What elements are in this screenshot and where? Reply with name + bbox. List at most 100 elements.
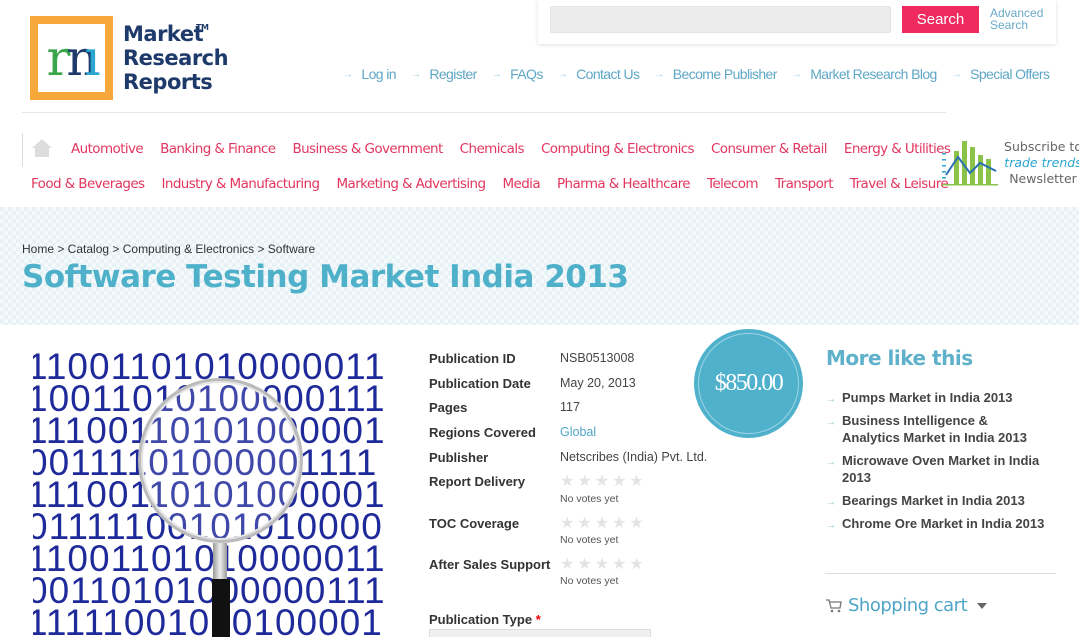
breadcrumb[interactable]: Home > Catalog > Computing & Electronics… xyxy=(22,242,315,256)
region-global-link[interactable]: Global xyxy=(560,425,596,439)
sidebar-divider xyxy=(825,573,1056,574)
star-icon[interactable]: ★ xyxy=(577,474,591,490)
site-logo[interactable]: rnı TM Market Research Reports xyxy=(30,16,229,100)
magnifier-handle xyxy=(212,579,230,637)
related-item[interactable]: → Microwave Oven Market in India 2013 xyxy=(826,452,1046,486)
logo-line-2: Research xyxy=(123,46,229,70)
detail-value: Netscribes (India) Pvt. Ltd. xyxy=(560,450,708,464)
star-icon[interactable]: ★ xyxy=(629,557,643,573)
search-input[interactable] xyxy=(550,6,891,33)
product-image: 11001101010000011 10011010100000111 111001… xyxy=(33,351,408,637)
newsletter-line-3: Newsletter xyxy=(1009,171,1077,186)
related-item[interactable]: → Business Intelligence & Analytics Marke… xyxy=(826,412,1046,446)
detail-label: Publication ID xyxy=(429,351,516,366)
search-button[interactable]: Search xyxy=(902,6,979,33)
detail-value: NSB0513008 xyxy=(560,351,635,365)
star-icon[interactable]: ★ xyxy=(629,516,643,532)
category-banking-finance[interactable]: Banking & Finance xyxy=(160,141,276,157)
page-title: Software Testing Market India 2013 xyxy=(22,259,629,295)
star-icon[interactable]: ★ xyxy=(595,516,609,532)
detail-value: May 20, 2013 xyxy=(560,376,636,390)
price-badge: $850.00 xyxy=(694,329,803,438)
arrow-right-icon: → xyxy=(491,68,502,80)
star-icon[interactable]: ★ xyxy=(612,474,626,490)
category-energy-utilities[interactable]: Energy & Utilities xyxy=(844,141,951,157)
star-icon[interactable]: ★ xyxy=(612,557,626,573)
magnifier-lens xyxy=(138,378,303,543)
rating-label: After Sales Support xyxy=(429,557,551,572)
newsletter-text: Subscribe to trade trends Newsletter xyxy=(998,139,1079,187)
label-text: Publication Type xyxy=(429,612,533,627)
detail-label: Publication Date xyxy=(429,376,531,391)
hero-band: Home > Catalog > Computing & Electronics… xyxy=(0,207,1079,325)
newsletter-banner[interactable]: Subscribe to trade trends Newsletter xyxy=(940,137,1079,189)
star-icon[interactable]: ★ xyxy=(560,557,574,573)
detail-value: 117 xyxy=(560,400,580,414)
star-icon[interactable]: ★ xyxy=(595,474,609,490)
cart-icon xyxy=(826,598,842,612)
chevron-down-icon xyxy=(977,602,988,609)
arrow-right-icon: → xyxy=(343,68,353,80)
detail-label: Publisher xyxy=(429,450,489,465)
category-telecom[interactable]: Telecom xyxy=(707,176,759,192)
star-icon[interactable]: ★ xyxy=(629,474,643,490)
logo-line-1: Market xyxy=(123,22,204,46)
related-item[interactable]: → Pumps Market in India 2013 xyxy=(826,389,1046,406)
category-pharma-healthcare[interactable]: Pharma & Healthcare xyxy=(557,176,691,192)
category-row-2: Food & Beverages Industry & Manufacturin… xyxy=(31,176,965,192)
special-offers-link[interactable]: → Special Offers xyxy=(952,66,1050,82)
arrow-right-icon: → xyxy=(826,457,836,468)
rating-label: TOC Coverage xyxy=(429,516,520,531)
required-mark: * xyxy=(535,612,541,627)
star-icon[interactable]: ★ xyxy=(577,516,591,532)
register-link[interactable]: → Register xyxy=(411,66,477,82)
arrow-right-icon: → xyxy=(791,68,802,80)
publication-type-select[interactable] xyxy=(429,629,651,637)
trademark: TM xyxy=(196,23,209,32)
header-divider xyxy=(22,112,946,113)
category-travel-leisure[interactable]: Travel & Leisure xyxy=(850,176,949,192)
arrow-right-icon: → xyxy=(826,497,836,508)
newsletter-line-2: trade trends xyxy=(1004,155,1079,170)
category-food-beverages[interactable]: Food & Beverages xyxy=(31,176,145,192)
category-transport[interactable]: Transport xyxy=(775,176,834,192)
arrow-right-icon: → xyxy=(826,520,836,531)
star-rating[interactable]: ★ ★ ★ ★ ★ xyxy=(560,474,644,490)
rating-note: No votes yet xyxy=(560,534,619,546)
rating-label: Report Delivery xyxy=(429,474,526,489)
logo-line-3: Reports xyxy=(123,70,213,94)
category-industry-manufacturing[interactable]: Industry & Manufacturing xyxy=(161,176,320,192)
category-chemicals[interactable]: Chemicals xyxy=(460,141,525,157)
star-rating[interactable]: ★ ★ ★ ★ ★ xyxy=(560,557,644,573)
shopping-cart-toggle[interactable]: Shopping cart xyxy=(826,595,988,616)
category-media[interactable]: Media xyxy=(502,176,540,192)
category-automotive[interactable]: Automotive xyxy=(71,141,144,157)
star-icon[interactable]: ★ xyxy=(612,516,626,532)
detail-label: Regions Covered xyxy=(429,425,536,440)
top-links: → Log in → Register → FAQs → Contact Us → Bec… xyxy=(343,66,1064,82)
arrow-right-icon: → xyxy=(951,68,962,80)
category-marketing-advertising[interactable]: Marketing & Advertising xyxy=(336,176,486,192)
advanced-search-link[interactable]: Advanced Search xyxy=(990,7,1050,31)
category-business-government[interactable]: Business & Government xyxy=(292,141,443,157)
star-icon[interactable]: ★ xyxy=(560,474,574,490)
blog-link[interactable]: → Market Research Blog xyxy=(791,66,938,82)
contact-us-link[interactable]: → Contact Us xyxy=(558,66,640,82)
category-computing-electronics[interactable]: Computing & Electronics xyxy=(541,141,695,157)
star-rating[interactable]: ★ ★ ★ ★ ★ xyxy=(560,516,644,532)
logo-mark: rnı xyxy=(30,16,113,100)
magnifier-neck xyxy=(213,543,227,581)
related-item[interactable]: → Bearings Market in India 2013 xyxy=(826,492,1046,509)
related-item[interactable]: → Chrome Ore Market in India 2013 xyxy=(826,515,1046,532)
login-link[interactable]: → Log in xyxy=(343,66,397,82)
category-row-1: Automotive Banking & Finance Business & … xyxy=(71,141,967,157)
home-icon[interactable] xyxy=(32,139,52,157)
rating-note: No votes yet xyxy=(560,493,619,505)
star-icon[interactable]: ★ xyxy=(560,516,574,532)
become-publisher-link[interactable]: → Become Publisher xyxy=(654,66,777,82)
star-icon[interactable]: ★ xyxy=(577,557,591,573)
star-icon[interactable]: ★ xyxy=(595,557,609,573)
faqs-link[interactable]: → FAQs xyxy=(491,66,544,82)
arrow-right-icon: → xyxy=(557,68,568,80)
category-consumer-retail[interactable]: Consumer & Retail xyxy=(711,141,828,157)
